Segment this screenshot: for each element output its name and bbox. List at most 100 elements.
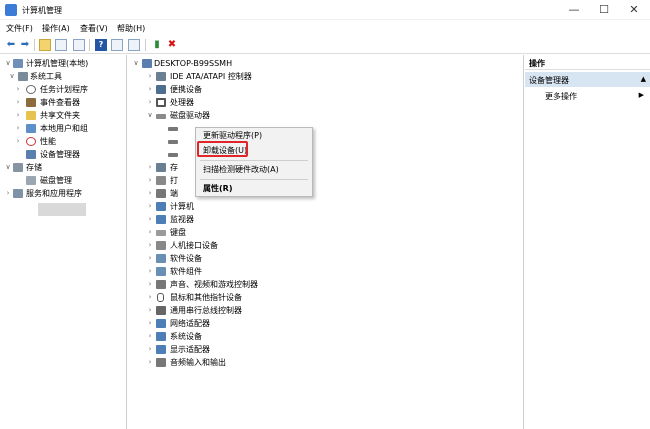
collapse-chevron-icon[interactable]: ∨ [146,109,154,122]
expand-chevron-icon[interactable]: › [146,239,154,252]
forward-arrow-icon[interactable]: ➡ [19,39,31,51]
tree-label: DESKTOP-B99SSMH [154,59,233,68]
menu-item-properties[interactable]: 属性(R) [203,182,232,195]
expand-chevron-icon[interactable]: › [146,226,154,239]
back-arrow-icon[interactable]: ⬅ [5,39,17,51]
menu-separator [200,179,308,180]
navigation-tree-pane: ∨ 计算机管理(本地) ∨ 系统工具 › 任务计划程序 › 事件查看器 › 共享… [0,55,127,429]
device-root[interactable]: ∨ DESKTOP-B99SSMH [132,57,332,70]
processor-icon [156,98,166,107]
tree-node-shared-folders[interactable]: › 共享文件夹 [14,109,124,122]
minimize-button[interactable]: — [560,0,588,20]
collapse-chevron-icon[interactable]: ∨ [8,70,16,83]
port-icon [156,189,166,198]
tree-node-storage[interactable]: ∨ 存储 [4,161,124,174]
device-category-processors[interactable]: › 处理器 [146,96,346,109]
mouse-icon [157,293,164,302]
expand-chevron-icon[interactable]: › [146,187,154,200]
expand-chevron-icon[interactable]: › [146,83,154,96]
actions-section-device-manager[interactable]: 设备管理器 ▲ [525,72,650,87]
expand-chevron-icon[interactable]: › [146,70,154,83]
menu-action[interactable]: 操作(A) [42,23,70,34]
more-actions-label: 更多操作 [545,92,577,101]
device-category-software-components[interactable]: › 软件组件 [146,265,346,278]
close-button[interactable]: ✕ [620,0,648,20]
expand-chevron-icon[interactable]: › [146,252,154,265]
device-category-network-adapters[interactable]: › 网络适配器 [146,317,346,330]
keyboard-icon [156,230,166,236]
menu-item-scan-hardware[interactable]: 扫描检测硬件改动(A) [203,163,279,176]
expand-chevron-icon[interactable]: › [146,174,154,187]
collapse-chevron-icon[interactable]: ∨ [132,57,140,70]
tree-label: 性能 [40,137,56,146]
tree-node-performance[interactable]: › 性能 [14,135,124,148]
device-category-audio-io[interactable]: › 音频输入和输出 [146,356,346,369]
tree-label: 事件查看器 [40,98,80,107]
collapse-chevron-icon[interactable]: ∨ [4,57,12,70]
uninstall-device-icon[interactable]: ✖ [166,39,178,51]
device-category-sound-video-game[interactable]: › 声音、视频和游戏控制器 [146,278,346,291]
device-category-mice[interactable]: › 鼠标和其他指针设备 [146,291,346,304]
device-category-portable-devices[interactable]: › 便携设备 [146,83,346,96]
properties-icon[interactable] [73,39,85,51]
maximize-button[interactable]: ☐ [590,0,618,20]
expand-chevron-icon[interactable]: › [146,278,154,291]
device-category-disk-drives[interactable]: ∨ 磁盘驱动器 [146,109,346,122]
menu-help[interactable]: 帮助(H) [117,23,145,34]
help-icon[interactable]: ? [95,39,107,51]
expand-chevron-icon[interactable]: › [146,213,154,226]
collapse-up-icon[interactable]: ▲ [641,75,646,83]
device-category-ide-controllers[interactable]: › IDE ATA/ATAPI 控制器 [146,70,346,83]
expand-chevron-icon[interactable]: › [146,200,154,213]
device-category-keyboards[interactable]: › 键盘 [146,226,346,239]
more-actions-item[interactable]: 更多操作 ▶ [525,88,650,102]
menu-separator [200,160,308,161]
expand-chevron-icon[interactable]: › [146,330,154,343]
tree-label: 声音、视频和游戏控制器 [170,280,258,289]
device-category-hid[interactable]: › 人机接口设备 [146,239,346,252]
tree-node-services-applications[interactable]: › 服务和应用程序 [4,187,124,200]
expand-chevron-icon[interactable]: › [14,122,22,135]
monitor-icon[interactable] [128,39,140,51]
expand-chevron-icon[interactable]: › [146,343,154,356]
device-category-display-adapters[interactable]: › 显示适配器 [146,343,346,356]
show-hide-tree-icon[interactable] [55,39,67,51]
tree-node-event-viewer[interactable]: › 事件查看器 [14,96,124,109]
submenu-arrow-icon[interactable]: ▶ [639,91,644,99]
event-viewer-icon [26,98,36,107]
update-driver-icon[interactable]: ▮ [151,39,163,51]
folder-up-icon[interactable] [39,39,51,51]
expand-chevron-icon[interactable]: › [14,83,22,96]
tree-node-local-users-groups[interactable]: › 本地用户和组 [14,122,124,135]
device-category-computer[interactable]: › 计算机 [146,200,346,213]
device-category-monitors[interactable]: › 监视器 [146,213,346,226]
tree-node-task-scheduler[interactable]: › 任务计划程序 [14,83,124,96]
collapse-chevron-icon[interactable]: ∨ [4,161,12,174]
expand-chevron-icon[interactable]: › [14,109,22,122]
tree-root-computer-management[interactable]: ∨ 计算机管理(本地) [4,57,124,70]
device-category-usb-controllers[interactable]: › 通用串行总线控制器 [146,304,346,317]
expand-chevron-icon[interactable]: › [146,356,154,369]
menu-file[interactable]: 文件(F) [6,23,33,34]
expand-chevron-icon[interactable]: › [146,96,154,109]
expand-chevron-icon[interactable]: › [4,187,12,200]
expand-chevron-icon[interactable]: › [14,96,22,109]
tree-node-device-manager[interactable]: 设备管理器 [14,148,124,161]
system-tools-icon [18,72,28,81]
expand-chevron-icon[interactable]: › [14,135,22,148]
tree-label: 服务和应用程序 [26,189,82,198]
disk-drive-icon [168,140,178,144]
show-action-pane-icon[interactable] [111,39,123,51]
expand-chevron-icon[interactable]: › [146,161,154,174]
expand-chevron-icon[interactable]: › [146,304,154,317]
disk-drive-icon [168,153,178,157]
device-category-system-devices[interactable]: › 系统设备 [146,330,346,343]
tree-node-disk-management[interactable]: 磁盘管理 [14,174,124,187]
menu-view[interactable]: 查看(V) [80,23,108,34]
expand-chevron-icon[interactable]: › [146,265,154,278]
network-adapter-icon [156,319,166,328]
device-category-software-devices[interactable]: › 软件设备 [146,252,346,265]
tree-node-system-tools[interactable]: ∨ 系统工具 [4,70,124,83]
expand-chevron-icon[interactable]: › [146,317,154,330]
expand-chevron-icon[interactable]: › [146,291,154,304]
